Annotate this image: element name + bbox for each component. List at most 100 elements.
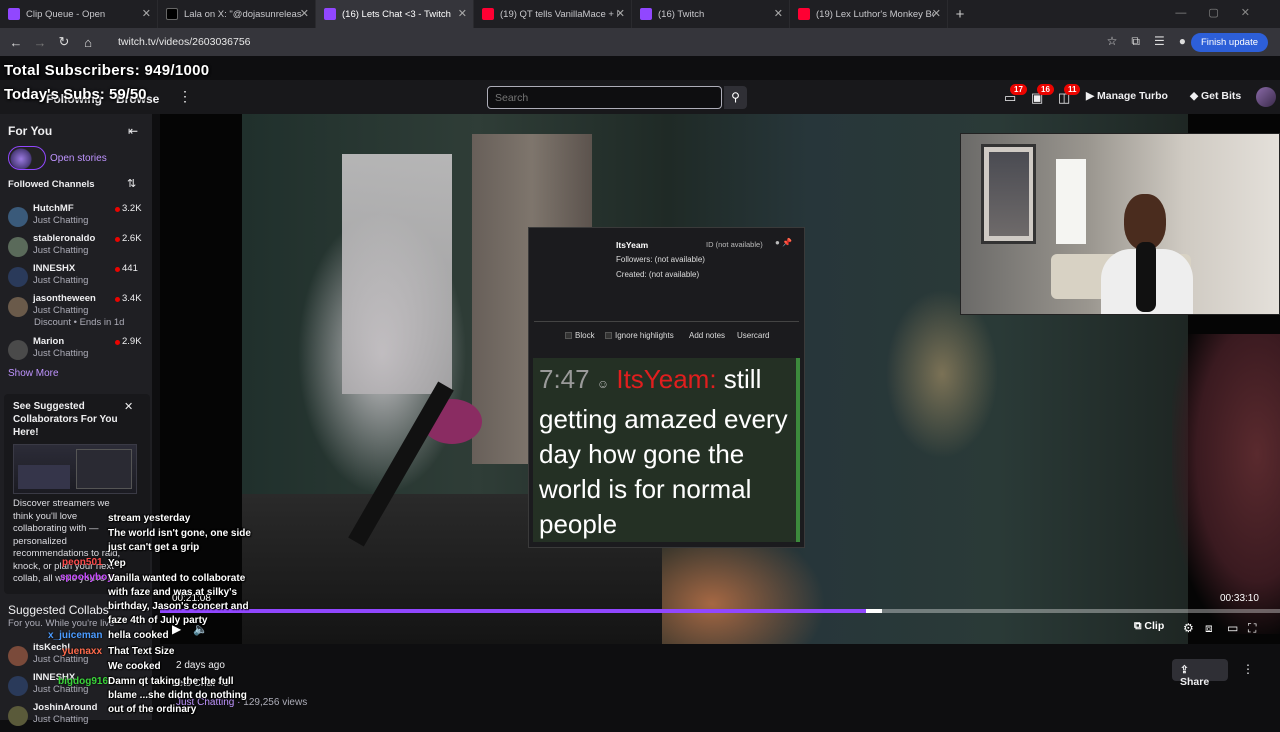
clip-button[interactable]: ⧉ Clip xyxy=(1134,620,1164,633)
notification-badge: 11 xyxy=(1064,84,1081,95)
close-icon[interactable]: ✕ xyxy=(616,7,625,20)
divider xyxy=(534,321,799,322)
block-checkbox[interactable]: Block xyxy=(565,331,595,340)
chat-overlay-line: blame ...she didnt do nothing xyxy=(108,690,247,701)
chat-overlay-line: That Text Size xyxy=(108,646,175,657)
chat-overlay-line: Yep xyxy=(108,558,126,569)
usercard-message: 7:47 ☺ ItsYeam: still getting amazed eve… xyxy=(539,362,794,542)
progress-buffer xyxy=(866,609,882,613)
today-subs-overlay: Today's Subs: 59/50 xyxy=(4,86,147,103)
search-input[interactable] xyxy=(487,86,722,109)
collapse-sidebar-icon[interactable]: ⇤ xyxy=(128,124,138,138)
tab-title: Lala on X: "@dojasunreleased u xyxy=(184,8,302,20)
finish-update-button[interactable]: Finish update xyxy=(1190,33,1268,52)
channel-category: Just Chatting xyxy=(33,245,89,256)
pin-icon[interactable]: ● 📌 xyxy=(775,238,792,247)
tab-favicon xyxy=(166,8,178,20)
reload-icon[interactable]: ↻ xyxy=(52,34,76,50)
live-dot-icon xyxy=(115,340,120,345)
tab-title: (19) Lex Luthor's Monkey Bots xyxy=(816,8,934,20)
tab-title: Clip Queue - Open xyxy=(26,8,106,20)
badge-icon: ☺ xyxy=(596,377,610,391)
video-age: 2 days ago xyxy=(176,660,225,671)
bits-icon: ◆ xyxy=(1190,90,1201,102)
usercard-button[interactable]: Usercard xyxy=(737,331,769,340)
channel-name: HutchMF xyxy=(33,203,74,214)
viewer-count: 3.4K xyxy=(122,293,142,304)
tab-favicon xyxy=(324,8,336,20)
stories-avatar[interactable] xyxy=(8,146,46,170)
ignore-highlights-checkbox[interactable]: Ignore highlights xyxy=(605,331,674,340)
new-tab-button[interactable]: + xyxy=(948,6,972,23)
show-more-link[interactable]: Show More xyxy=(8,368,59,379)
message-time: 7:47 xyxy=(539,364,590,394)
avatar[interactable] xyxy=(1256,87,1276,107)
browser-tab[interactable]: (19) Lex Luthor's Monkey Bots ✕ xyxy=(790,0,948,28)
manage-turbo-label: Manage Turbo xyxy=(1097,90,1168,102)
channel-category: Just Chatting xyxy=(33,348,89,359)
toolbar-icons[interactable]: ☆⧉☰● xyxy=(1107,34,1200,49)
more-icon[interactable]: ⋮ xyxy=(178,88,192,105)
open-stories-link[interactable]: Open stories xyxy=(50,153,107,164)
back-icon[interactable]: ← xyxy=(4,35,28,50)
add-notes-button[interactable]: Add notes xyxy=(689,331,725,340)
avatar xyxy=(8,207,28,227)
url-field[interactable]: twitch.tv/videos/2603036756 xyxy=(118,36,251,48)
sidebar-channel[interactable]: Marion Just Chatting 2.9K xyxy=(0,336,152,366)
address-bar: ← → ↻ ⌂ twitch.tv/videos/2603036756 ☆⧉☰●… xyxy=(0,28,1280,56)
discount-label: Discount • Ends in 1d xyxy=(34,317,125,328)
share-button[interactable]: ⇪ Share xyxy=(1172,659,1228,688)
more-options-icon[interactable]: ⋮ xyxy=(1242,662,1254,676)
usercard-username[interactable]: ItsYeam xyxy=(616,240,648,250)
cast-icon[interactable]: ⧈ xyxy=(1205,621,1213,636)
close-icon[interactable]: ✕ xyxy=(458,7,467,20)
share-label: Share xyxy=(1180,676,1210,688)
tab-favicon xyxy=(482,8,494,20)
promo-image xyxy=(13,444,137,494)
close-icon[interactable]: ✕ xyxy=(124,400,133,413)
sidebar-channel[interactable]: HutchMF Just Chatting 3.2K xyxy=(0,203,152,233)
window-controls[interactable]: —▢✕ xyxy=(1175,6,1272,19)
sidebar-channel[interactable]: stableronaldo Just Chatting 2.6K xyxy=(0,233,152,263)
browser-tab[interactable]: Lala on X: "@dojasunreleased u✕ xyxy=(158,0,316,28)
get-bits-button[interactable]: ◆ Get Bits xyxy=(1190,90,1241,102)
tab-title: (19) QT tells VanillaMace + Kat xyxy=(500,8,618,20)
close-icon[interactable]: ✕ xyxy=(300,7,309,20)
share-icon: ⇪ xyxy=(1180,664,1189,676)
viewer-count: 441 xyxy=(122,263,138,274)
home-icon[interactable]: ⌂ xyxy=(76,35,100,50)
notification-badge: 16 xyxy=(1037,84,1054,95)
browser-tab[interactable]: Clip Queue - Open ✕ xyxy=(0,0,158,28)
browser-tab[interactable]: (16) Twitch ✕ xyxy=(632,0,790,28)
tab-favicon xyxy=(8,8,20,20)
chat-overlay-line: Damn qt taking the the full xyxy=(108,676,234,687)
close-icon[interactable]: ✕ xyxy=(774,7,783,20)
search-icon[interactable]: ⚲ xyxy=(724,86,747,109)
close-icon[interactable]: ✕ xyxy=(142,7,151,20)
chat-overlay-line: with faze and was at silky's xyxy=(108,587,238,598)
manage-turbo-button[interactable]: ▶ Manage Turbo xyxy=(1086,90,1168,102)
clip-icon: ⧉ xyxy=(1134,620,1145,632)
video-info-bar xyxy=(152,644,1280,720)
turbo-icon: ▶ xyxy=(1086,90,1097,102)
suggested-collabs-subtitle: For you. While you're live xyxy=(8,618,115,629)
notification-badge: 17 xyxy=(1010,84,1027,95)
chat-overlay-username: bigdog916 xyxy=(58,676,109,687)
chat-overlay-line: birthday, Jason's concert and xyxy=(108,601,249,612)
fullscreen-icon[interactable]: ⛶ xyxy=(1248,621,1256,636)
close-icon[interactable]: ✕ xyxy=(932,7,941,20)
forward-icon[interactable]: → xyxy=(28,35,52,50)
browser-tab[interactable]: (19) QT tells VanillaMace + Kat ✕ xyxy=(474,0,632,28)
settings-icon[interactable]: ⚙ xyxy=(1183,621,1194,635)
sort-icon[interactable]: ⇅ xyxy=(127,177,136,190)
tab-favicon xyxy=(798,8,810,20)
channel-category: Just Chatting xyxy=(33,215,89,226)
avatar xyxy=(8,297,28,317)
theatre-mode-icon[interactable]: ▭ xyxy=(1227,621,1238,635)
sidebar-channel[interactable]: INNESHX Just Chatting 441 xyxy=(0,263,152,293)
browser-tab-active[interactable]: (16) Lets Chat <3 - Twitch ✕ xyxy=(316,0,474,28)
chat-overlay-line: hella cooked xyxy=(108,630,169,641)
browser-tabbar: Clip Queue - Open ✕ Lala on X: "@dojasunr… xyxy=(0,0,1280,28)
viewer-count: 3.2K xyxy=(122,203,142,214)
usercard-followers: Followers: (not available) xyxy=(616,255,705,264)
